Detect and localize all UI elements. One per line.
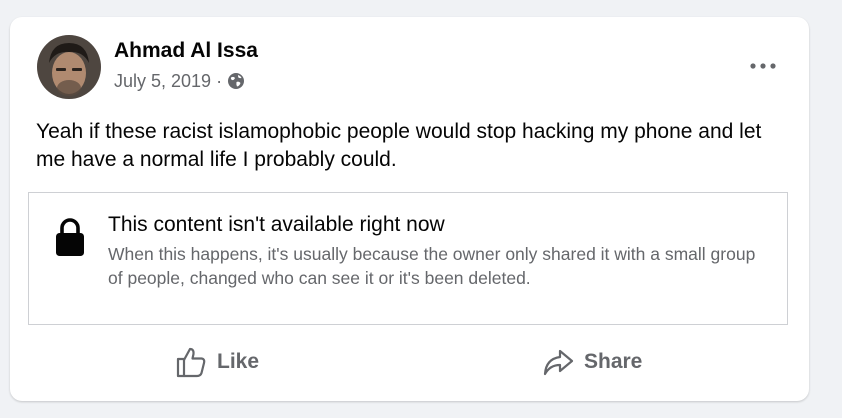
share-arrow-icon (542, 346, 574, 378)
lock-icon (54, 217, 86, 257)
meta-separator: · (216, 71, 223, 91)
share-label: Share (584, 350, 643, 373)
avatar[interactable] (37, 35, 101, 99)
globe-icon[interactable] (227, 72, 245, 90)
more-options-icon[interactable] (745, 56, 781, 76)
unavailable-content-box: This content isn't available right now W… (28, 192, 788, 325)
post-text: Yeah if these racist islamophobic people… (36, 120, 762, 171)
unavailable-title: This content isn't available right now (108, 213, 445, 236)
share-button[interactable]: Share (542, 345, 642, 379)
unavailable-description: When this happens, it's usually because … (108, 244, 756, 288)
post-date[interactable]: July 5, 2019 (114, 70, 211, 92)
thumbs-up-icon (175, 346, 207, 378)
post-meta: July 5, 2019 · (114, 70, 245, 92)
author-name[interactable]: Ahmad Al Issa (114, 39, 258, 63)
like-label: Like (217, 350, 260, 373)
post-card: Ahmad Al Issa July 5, 2019 · Yeah if the… (10, 17, 809, 401)
like-button[interactable]: Like (175, 345, 259, 379)
